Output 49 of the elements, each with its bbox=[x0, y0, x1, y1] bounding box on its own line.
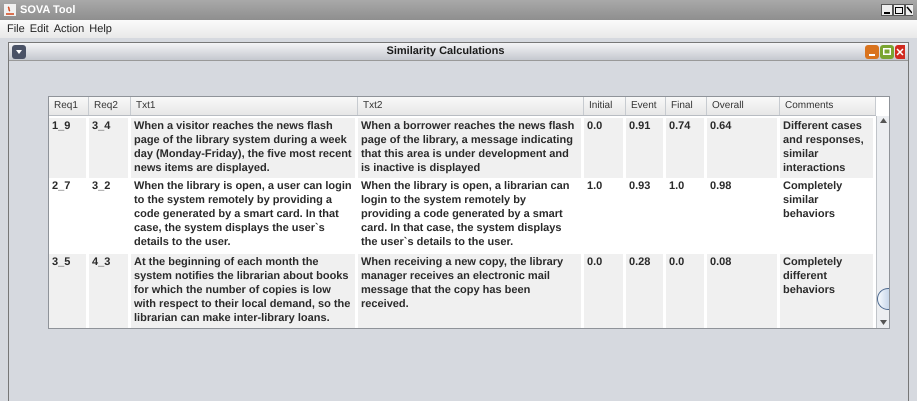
column-header[interactable]: Req1 bbox=[49, 97, 89, 115]
maximize-button[interactable] bbox=[893, 4, 905, 16]
caret-icon bbox=[16, 50, 22, 54]
table-cell: Different cases and responses, similar interactions bbox=[780, 118, 876, 178]
frame-title: Similarity Calculations bbox=[386, 44, 506, 60]
table-cell: 0.0 bbox=[584, 118, 626, 178]
close-icon bbox=[896, 48, 904, 56]
column-header[interactable]: Txt2 bbox=[358, 97, 584, 115]
menu-item[interactable]: Edit bbox=[30, 20, 49, 38]
column-header[interactable]: Initial bbox=[584, 97, 626, 115]
scrollbar[interactable] bbox=[876, 116, 889, 328]
table-cell: When a borrower reaches the news flash page of the library, a message indicating that this area is under development and is inactive is displayed bbox=[358, 118, 584, 178]
close-icon bbox=[906, 5, 912, 15]
table-cell: When receiving a new copy, the library manager receives an electronic mail message that the copy has been received. bbox=[358, 254, 584, 328]
table-cell: At the beginning of each month the system notifies the librarian about books for which the number of copies is low with respect to their local demand, so the librarian can make inter-library loans. bbox=[131, 254, 358, 328]
table-cell: 4_3 bbox=[89, 254, 131, 328]
menu-item[interactable]: Action bbox=[54, 20, 84, 38]
menu-item[interactable]: File bbox=[7, 20, 25, 38]
frame-menu-button[interactable] bbox=[12, 44, 26, 58]
maximize-icon bbox=[895, 6, 903, 14]
scroll-thumb[interactable] bbox=[877, 288, 889, 310]
table-cell: 0.0 bbox=[666, 254, 707, 328]
column-header[interactable]: Event bbox=[626, 97, 666, 115]
table-cell: 3_5 bbox=[49, 254, 89, 328]
app-icon bbox=[4, 4, 16, 16]
table-cell: 3_4 bbox=[89, 118, 131, 178]
table-cell: 0.74 bbox=[666, 118, 707, 178]
scroll-up-icon bbox=[880, 118, 887, 123]
column-header[interactable]: Comments bbox=[780, 97, 876, 115]
minimize-button[interactable] bbox=[881, 4, 893, 16]
table-cell: When a visitor reaches the news flash page of the library system during a week day (Monday-Friday), the five most recent news items are displayed. bbox=[131, 118, 358, 178]
column-header[interactable]: Final bbox=[666, 97, 707, 115]
table-cell: 0.08 bbox=[707, 254, 780, 328]
column-header[interactable]: Txt1 bbox=[131, 97, 358, 115]
column-header[interactable]: Overall bbox=[707, 97, 780, 115]
scroll-down-icon bbox=[880, 320, 887, 325]
table-cell: 0.28 bbox=[626, 254, 666, 328]
table-cell: 0.0 bbox=[584, 254, 626, 328]
minimize-icon bbox=[884, 12, 890, 15]
minimize-icon bbox=[869, 54, 875, 56]
table-cell: 0.91 bbox=[626, 118, 666, 178]
table-cell: 0.64 bbox=[707, 118, 780, 178]
table-cell: Completely different behaviors bbox=[780, 254, 876, 328]
window-title: SOVA Tool bbox=[20, 2, 76, 18]
column-header[interactable]: Req2 bbox=[89, 97, 131, 115]
close-button[interactable] bbox=[905, 4, 913, 16]
maximize-icon bbox=[883, 48, 891, 55]
table-cell: 1_9 bbox=[49, 118, 89, 178]
menu-item[interactable]: Help bbox=[89, 20, 112, 38]
